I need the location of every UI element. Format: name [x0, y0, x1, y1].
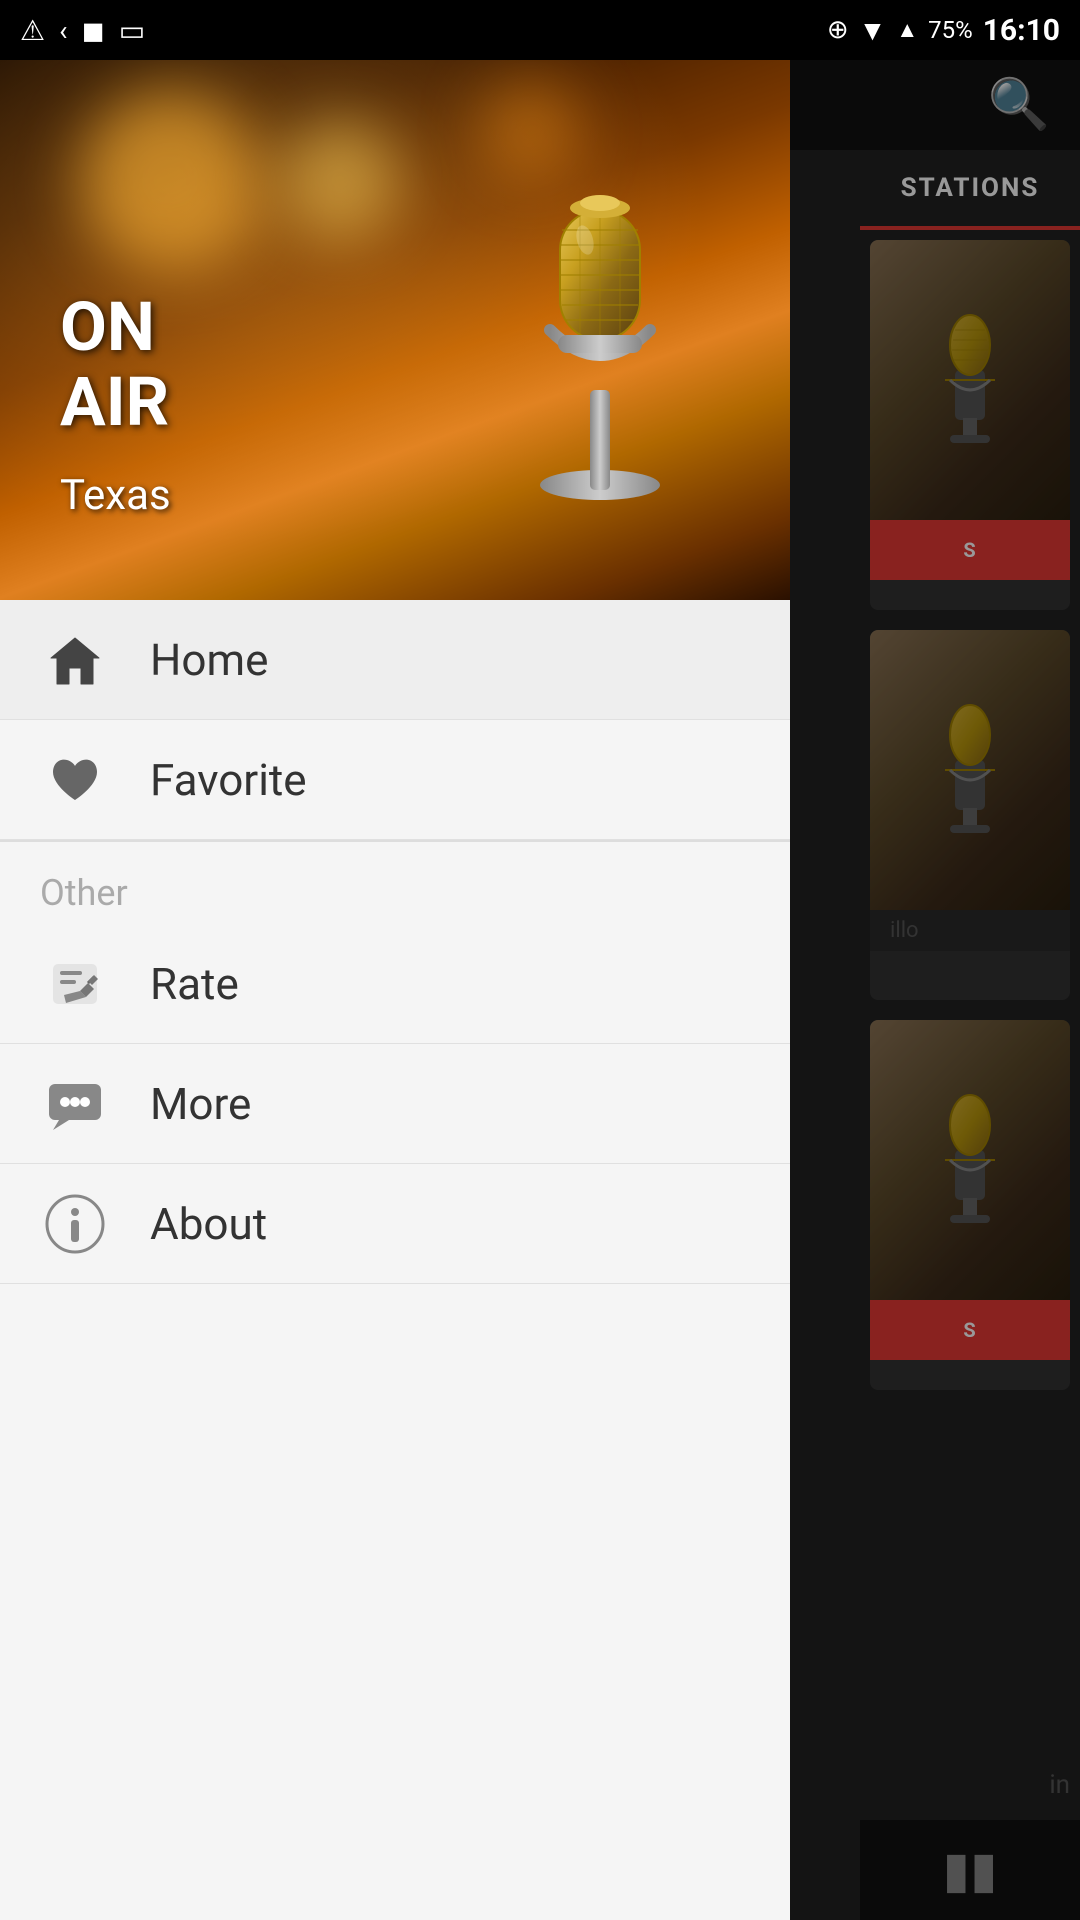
menu-item-about[interactable]: About	[0, 1164, 790, 1284]
main-container: 🔍 STATIONS	[0, 60, 1080, 1920]
home-icon	[45, 630, 105, 690]
about-label: About	[150, 1198, 267, 1250]
notification-icon: ⚠	[20, 14, 45, 47]
heart-icon	[45, 750, 105, 810]
more-label: More	[150, 1078, 251, 1130]
menu-item-home[interactable]: Home	[0, 600, 790, 720]
heart-icon-container	[40, 745, 110, 815]
more-icon-container	[40, 1069, 110, 1139]
rate-icon-container	[40, 949, 110, 1019]
back-icon[interactable]: ‹	[59, 14, 67, 47]
home-icon-container	[40, 625, 110, 695]
other-section-label: Other	[0, 842, 790, 924]
add-circle-icon: ⊕	[827, 15, 849, 45]
more-icon	[43, 1072, 107, 1136]
rate-icon	[44, 953, 106, 1015]
home-label: Home	[150, 634, 268, 686]
favorite-label: Favorite	[150, 754, 307, 806]
menu-item-more[interactable]: More	[0, 1044, 790, 1164]
status-bar: ⚠ ‹ ◼ ▭ ⊕ ▼ ▲ 75% 16:10	[0, 0, 1080, 60]
about-icon-container	[40, 1189, 110, 1259]
about-icon	[43, 1192, 107, 1256]
status-bar-left: ⚠ ‹ ◼ ▭	[20, 14, 145, 47]
status-time: 16:10	[983, 13, 1060, 48]
drawer-menu: Home Favorite Other	[0, 600, 790, 1920]
on-air-text: ON AIR	[60, 290, 169, 440]
texas-text: Texas	[60, 471, 171, 520]
drawer-hero: ON AIR Texas	[0, 60, 790, 600]
menu-item-rate[interactable]: Rate	[0, 924, 790, 1044]
menu-item-favorite[interactable]: Favorite	[0, 720, 790, 840]
navigation-drawer: ON AIR Texas Home	[0, 60, 790, 1920]
image-icon: ◼	[82, 14, 105, 47]
status-bar-right: ⊕ ▼ ▲ 75% 16:10	[827, 13, 1060, 48]
square-icon: ▭	[119, 14, 145, 47]
rate-label: Rate	[150, 958, 239, 1010]
hero-microphone	[490, 110, 710, 510]
battery-level: 75%	[928, 16, 973, 44]
signal-icon: ▲	[896, 17, 918, 43]
wifi-icon: ▼	[859, 14, 887, 47]
